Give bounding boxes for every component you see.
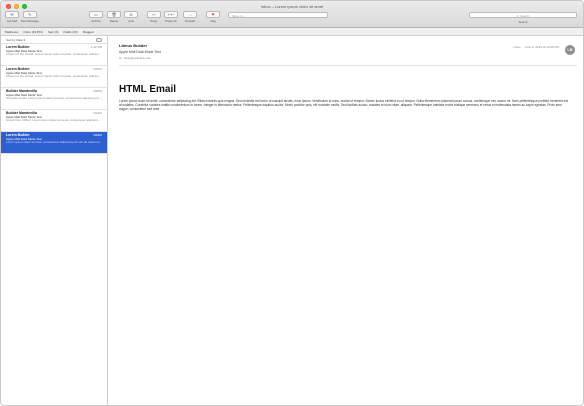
new-message-label: New Message [21,19,39,23]
header-date: June 8, 2019 at 12:08 PM [524,45,559,49]
search-input[interactable]: Q Search [469,12,577,18]
window-title: Inbox – Lorem ipsum dolor sit amet [260,4,324,9]
flag-icon: ⚑ [206,11,220,18]
header-sender: Litmus Builder [119,43,148,48]
message-time: Dd/Dd [93,133,102,137]
toolbar: Inbox – Lorem ipsum dolor sit amet ✉ Get… [1,1,583,28]
header-divider [119,65,577,66]
favorites-bar: Mailboxes Inbox (29,870) Sent (4) Drafts… [1,28,583,36]
reply-all-label: Reply All [165,19,177,23]
email-body: Lorem ipsum dolor sit amet, consectetur … [119,99,568,111]
envelope-icon: ✉ [5,11,19,18]
list-item[interactable]: Lorem Builder 1:42 PM Apple Mail Dark Mo… [1,44,107,66]
favorites-item-drafts[interactable]: Drafts (23) [64,30,78,34]
message-time: Dd/Dd [93,67,102,71]
favorites-item-flagged[interactable]: Flagged [83,30,94,34]
message-header: Litmus Builder Apple Mail Dark Mode Test… [119,43,161,60]
archive-icon: ▭ [89,11,103,18]
message-time: 1:42 PM [90,45,102,49]
list-item[interactable]: Builder Mandevilla Dd/Dd Apple Mail Dark… [1,110,107,132]
trash-icon: 🗑 [107,11,121,18]
avatar: LB [565,45,575,55]
reply-all-icon: ↩↩ [164,11,178,18]
header-subject: Apple Mail Dark Mode Test [119,50,161,54]
move-to-field[interactable]: Move to… [228,12,328,18]
favorites-item-sent[interactable]: Sent (4) [48,30,59,34]
message-preview: Nemesis ornare Lorem ipsum dolor sit ame… [6,97,102,100]
reply-label: Reply [150,19,158,23]
message-list: Sort by Date ▾ Lorem Builder 1:42 PM App… [1,36,108,405]
flag-label: Flag [210,19,216,23]
reply-all-button[interactable]: ↩↩ Reply All [164,11,178,23]
forward-icon: → [183,11,197,18]
header-meta: Inbox June 8, 2019 at 12:08 PM [513,45,559,49]
compose-icon: ✎ [22,11,37,18]
favorites-item-inbox[interactable]: Inbox (29,870) [24,30,43,34]
junk-label: Junk [128,19,134,23]
filter-icon[interactable] [96,37,102,42]
new-message-button[interactable]: ✎ New Message [21,11,39,23]
message-preview: Cheers of the Grand. Lorem ipsum dolor s… [6,75,102,78]
mail-window: Inbox – Lorem ipsum dolor sit amet ✉ Get… [0,0,584,406]
junk-button[interactable]: ⊘ Junk [124,11,138,23]
sort-menu[interactable]: Sort by Date ▾ [6,38,25,42]
forward-label: Forward [184,19,196,23]
archive-label: Archive [91,19,101,23]
delete-label: Delete [109,19,119,23]
flag-button[interactable]: ⚑ Flag [206,11,220,23]
email-heading: HTML Email [119,84,177,95]
message-time: Dd/Dd [93,89,102,93]
list-item-selected[interactable]: Lorem Builder Dd/Dd Apple Mail Dark Mode… [1,132,107,154]
search-caption: Search [518,20,528,24]
message-list-header: Sort by Date ▾ [1,36,107,44]
message-preview: Lorem ipsum dolor sit amet consectetur a… [6,141,102,144]
reading-pane: Litmus Builder Apple Mail Dark Mode Test… [109,36,583,405]
junk-icon: ⊘ [124,11,138,18]
archive-button[interactable]: ▭ Archive [89,11,103,23]
header-recipient: To: hello@example.com [119,56,152,60]
get-mail-label: Get Mail [6,19,18,23]
reply-button[interactable]: ↩ Reply [147,11,161,23]
message-preview: Cheers of the Grand. Lorem ipsum dolor s… [6,53,102,56]
get-mail-button[interactable]: ✉ Get Mail [5,11,19,23]
forward-button[interactable]: → Forward [183,11,197,23]
delete-button[interactable]: 🗑 Delete [107,11,121,23]
message-preview: Grand One. Differt. Lorem ipsum dolor si… [6,119,102,122]
header-mailbox: Inbox [513,45,521,49]
favorites-item-mailboxes[interactable]: Mailboxes [5,30,19,34]
list-item[interactable]: Builder Mandevilla Dd/Dd Apple Mail Dark… [1,88,107,110]
message-time: Dd/Dd [93,111,102,115]
reply-icon: ↩ [147,11,161,18]
list-item[interactable]: Lorem Builder Dd/Dd Apple Mail Dark Mode… [1,66,107,88]
